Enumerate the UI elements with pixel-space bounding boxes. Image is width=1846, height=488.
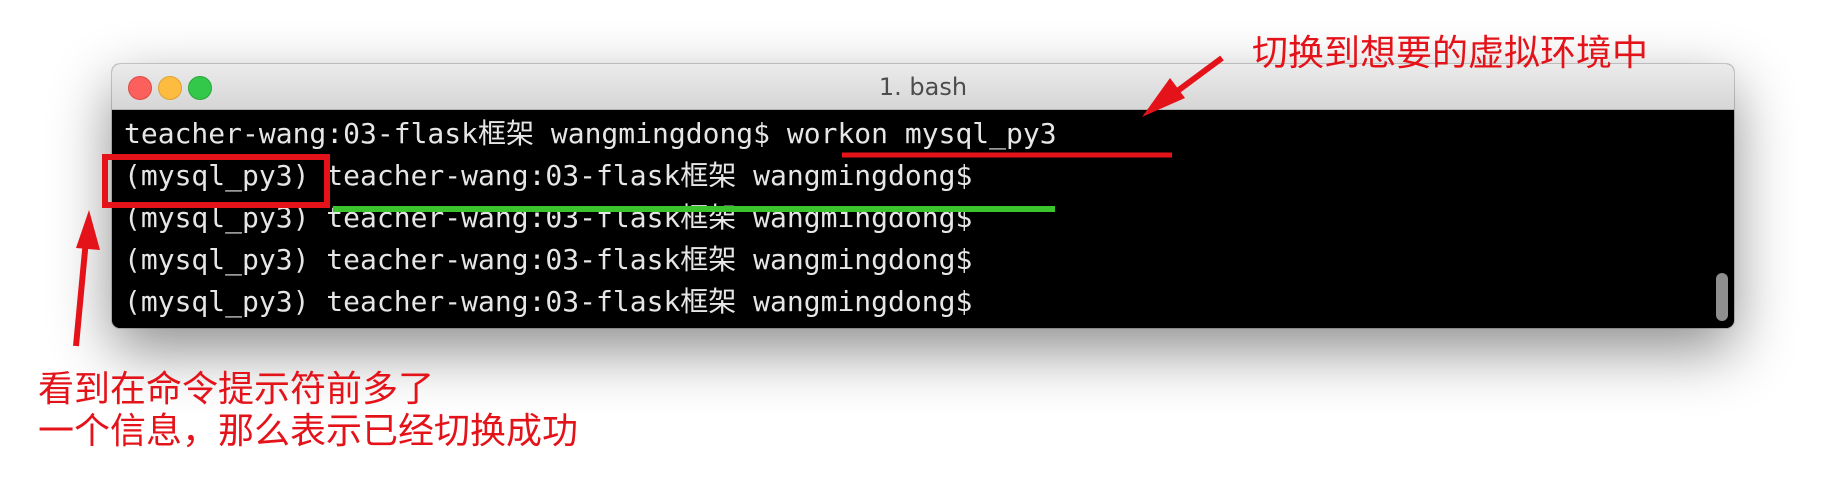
callout-switch-env: 切换到想要的虚拟环境中 <box>1252 33 1649 74</box>
callout-success-line2: 一个信息，那么表示已经切换成功 <box>38 411 579 452</box>
prompt-highlight-box <box>102 154 330 208</box>
arrow-head <box>1142 78 1185 117</box>
arrow-shaft <box>73 239 89 347</box>
arrow-head <box>76 210 100 250</box>
